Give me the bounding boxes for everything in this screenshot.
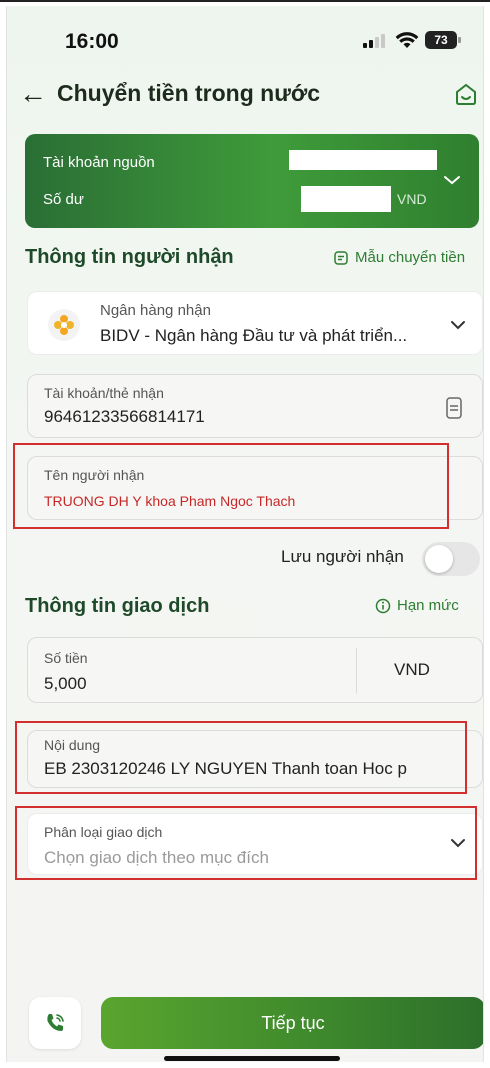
balance-currency: VND bbox=[397, 191, 427, 207]
toggle-knob bbox=[425, 545, 453, 573]
save-recipient-toggle[interactable] bbox=[422, 542, 480, 576]
source-account-card[interactable]: Tài khoản nguồn Số dư VND bbox=[25, 134, 479, 228]
status-bar: 16:00 73 bbox=[7, 6, 483, 76]
home-indicator bbox=[164, 1056, 340, 1061]
battery-icon: 73 bbox=[425, 31, 457, 49]
source-account-label: Tài khoản nguồn bbox=[43, 154, 155, 171]
receiving-bank-select[interactable]: Ngân hàng nhận BIDV - Ngân hàng Đầu tư v… bbox=[27, 291, 483, 355]
bank-value: BIDV - Ngân hàng Đầu tư và phát triển... bbox=[100, 326, 408, 345]
battery-tip bbox=[458, 37, 461, 43]
back-arrow-icon[interactable]: ← bbox=[19, 78, 47, 110]
limit-link-label: Hạn mức bbox=[397, 597, 459, 614]
info-icon bbox=[375, 598, 391, 613]
recipient-account-field[interactable]: Tài khoản/thẻ nhận 96461233566814171 bbox=[27, 374, 483, 438]
call-button[interactable] bbox=[29, 997, 81, 1049]
amount-field[interactable]: Số tiền 5,000 VND bbox=[27, 637, 483, 703]
chevron-down-icon bbox=[451, 321, 465, 330]
signal-icon bbox=[363, 34, 385, 48]
highlight-box-category bbox=[15, 806, 477, 880]
bank-label: Ngân hàng nhận bbox=[100, 302, 211, 319]
top-border-line bbox=[0, 0, 490, 2]
recipient-section-title: Thông tin người nhận bbox=[25, 246, 234, 268]
save-recipient-label: Lưu người nhận bbox=[281, 547, 404, 566]
recipient-account-label: Tài khoản/thẻ nhận bbox=[44, 385, 164, 401]
card-icon[interactable] bbox=[446, 397, 462, 419]
highlight-box-recipient-name bbox=[13, 443, 449, 529]
status-time: 16:00 bbox=[65, 30, 119, 53]
amount-value: 5,000 bbox=[44, 674, 87, 693]
amount-divider bbox=[356, 648, 357, 694]
bank-logo-icon bbox=[48, 309, 80, 341]
phone-icon bbox=[47, 1014, 64, 1031]
transaction-section-title: Thông tin giao dịch bbox=[25, 595, 210, 617]
page-title: Chuyển tiền trong nước bbox=[57, 80, 321, 106]
template-icon bbox=[334, 250, 348, 265]
recipient-account-value: 96461233566814171 bbox=[44, 407, 205, 426]
transfer-template-link[interactable]: Mẫu chuyển tiền bbox=[333, 249, 465, 266]
balance-label: Số dư bbox=[43, 191, 84, 208]
app-screen: 16:00 73 ← Chuyển tiền trong nước Tài kh… bbox=[6, 6, 484, 1062]
wifi-icon bbox=[395, 32, 419, 48]
highlight-box-content bbox=[15, 721, 467, 794]
template-link-label: Mẫu chuyển tiền bbox=[355, 249, 466, 266]
amount-label: Số tiền bbox=[44, 650, 88, 666]
limit-link[interactable]: Hạn mức bbox=[375, 597, 459, 614]
home-icon[interactable] bbox=[454, 82, 478, 106]
balance-redaction bbox=[301, 186, 391, 212]
account-number-redaction bbox=[289, 150, 437, 170]
continue-button[interactable]: Tiếp tục bbox=[101, 997, 483, 1049]
amount-currency: VND bbox=[394, 660, 430, 679]
chevron-down-icon[interactable] bbox=[443, 174, 461, 186]
